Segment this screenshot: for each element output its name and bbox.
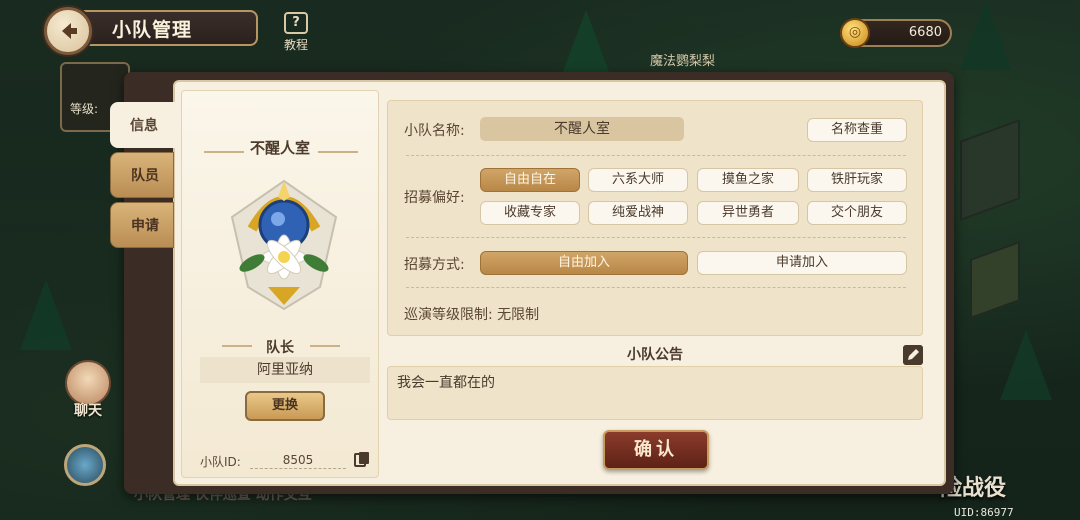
pref-option[interactable]: 六系大师 <box>588 168 688 192</box>
pref-option[interactable]: 自由自在 <box>480 168 580 192</box>
team-id-value: 8505 <box>250 453 346 469</box>
announcement-box[interactable]: 我会一直都在的 <box>387 366 923 420</box>
rename-check-button[interactable]: 名称查重 <box>807 118 907 142</box>
title-plate: 小队管理 <box>76 10 258 46</box>
back-button[interactable] <box>44 7 92 55</box>
pref-option[interactable]: 摸鱼之家 <box>697 168 799 192</box>
chat-button[interactable]: 聊天 <box>60 360 116 420</box>
chat-label: 聊天 <box>74 403 102 419</box>
team-card: 不醒人室 队长 阿里亚纳 更换 小队ID: 8505 <box>181 90 379 478</box>
announcement-title: 小队公告 <box>627 347 683 363</box>
leader-label: 队长 <box>266 340 294 356</box>
page-title: 小队管理 <box>112 18 193 41</box>
change-leader-button[interactable]: 更换 <box>245 391 325 421</box>
announcement-text: 我会一直都在的 <box>397 375 495 391</box>
team-name-label: 小队名称: <box>404 123 465 139</box>
team-name-title: 不醒人室 <box>249 139 310 157</box>
divider <box>406 155 906 156</box>
tutorial-button[interactable]: ? 教程 <box>280 12 312 53</box>
confirm-button[interactable]: 确认 <box>603 430 709 470</box>
team-emblem-icon <box>230 179 338 311</box>
tutorial-icon: ? <box>284 12 308 34</box>
side-tab-bar: 信息 队员 申请 <box>110 102 176 252</box>
tab-applications[interactable]: 申请 <box>110 202 174 248</box>
tab-members[interactable]: 队员 <box>110 152 174 198</box>
copy-icon[interactable] <box>354 451 370 467</box>
gold-currency-display: ◎ 6680 <box>840 18 952 48</box>
recruit-pref-label: 招募偏好: <box>404 190 465 206</box>
gold-amount: 6680 <box>908 25 942 40</box>
leader-name: 阿里亚纳 <box>200 357 370 383</box>
tab-info[interactable]: 信息 <box>110 102 176 148</box>
pref-option[interactable]: 异世勇者 <box>697 201 799 225</box>
method-apply-join[interactable]: 申请加入 <box>697 251 907 275</box>
gold-coin-icon: ◎ <box>840 18 870 48</box>
method-free-join[interactable]: 自由加入 <box>480 251 688 275</box>
edit-icon[interactable] <box>903 345 923 365</box>
compass-icon[interactable] <box>64 444 106 486</box>
pref-option[interactable]: 交个朋友 <box>807 201 907 225</box>
pref-option[interactable]: 收藏专家 <box>480 201 580 225</box>
level-label: 等级: <box>70 102 99 116</box>
divider <box>406 287 906 288</box>
team-name-field[interactable]: 不醒人室 <box>480 117 684 141</box>
level-limit-text: 巡演等级限制: 无限制 <box>404 307 540 323</box>
pref-option[interactable]: 铁肝玩家 <box>807 168 907 192</box>
uid-text: UID:86977 <box>954 506 1014 519</box>
divider <box>406 237 906 238</box>
map-location-label: 魔法鹦梨梨 <box>650 54 716 69</box>
team-id-label: 小队ID: <box>200 455 241 469</box>
pref-option[interactable]: 纯爱战神 <box>588 201 688 225</box>
recruit-method-label: 招募方式: <box>404 257 465 273</box>
tutorial-label: 教程 <box>283 38 308 52</box>
team-settings: 小队名称: 不醒人室 名称查重 招募偏好: 自由自在 六系大师 摸鱼之家 铁肝玩… <box>387 100 923 336</box>
back-arrow-icon <box>62 23 77 39</box>
